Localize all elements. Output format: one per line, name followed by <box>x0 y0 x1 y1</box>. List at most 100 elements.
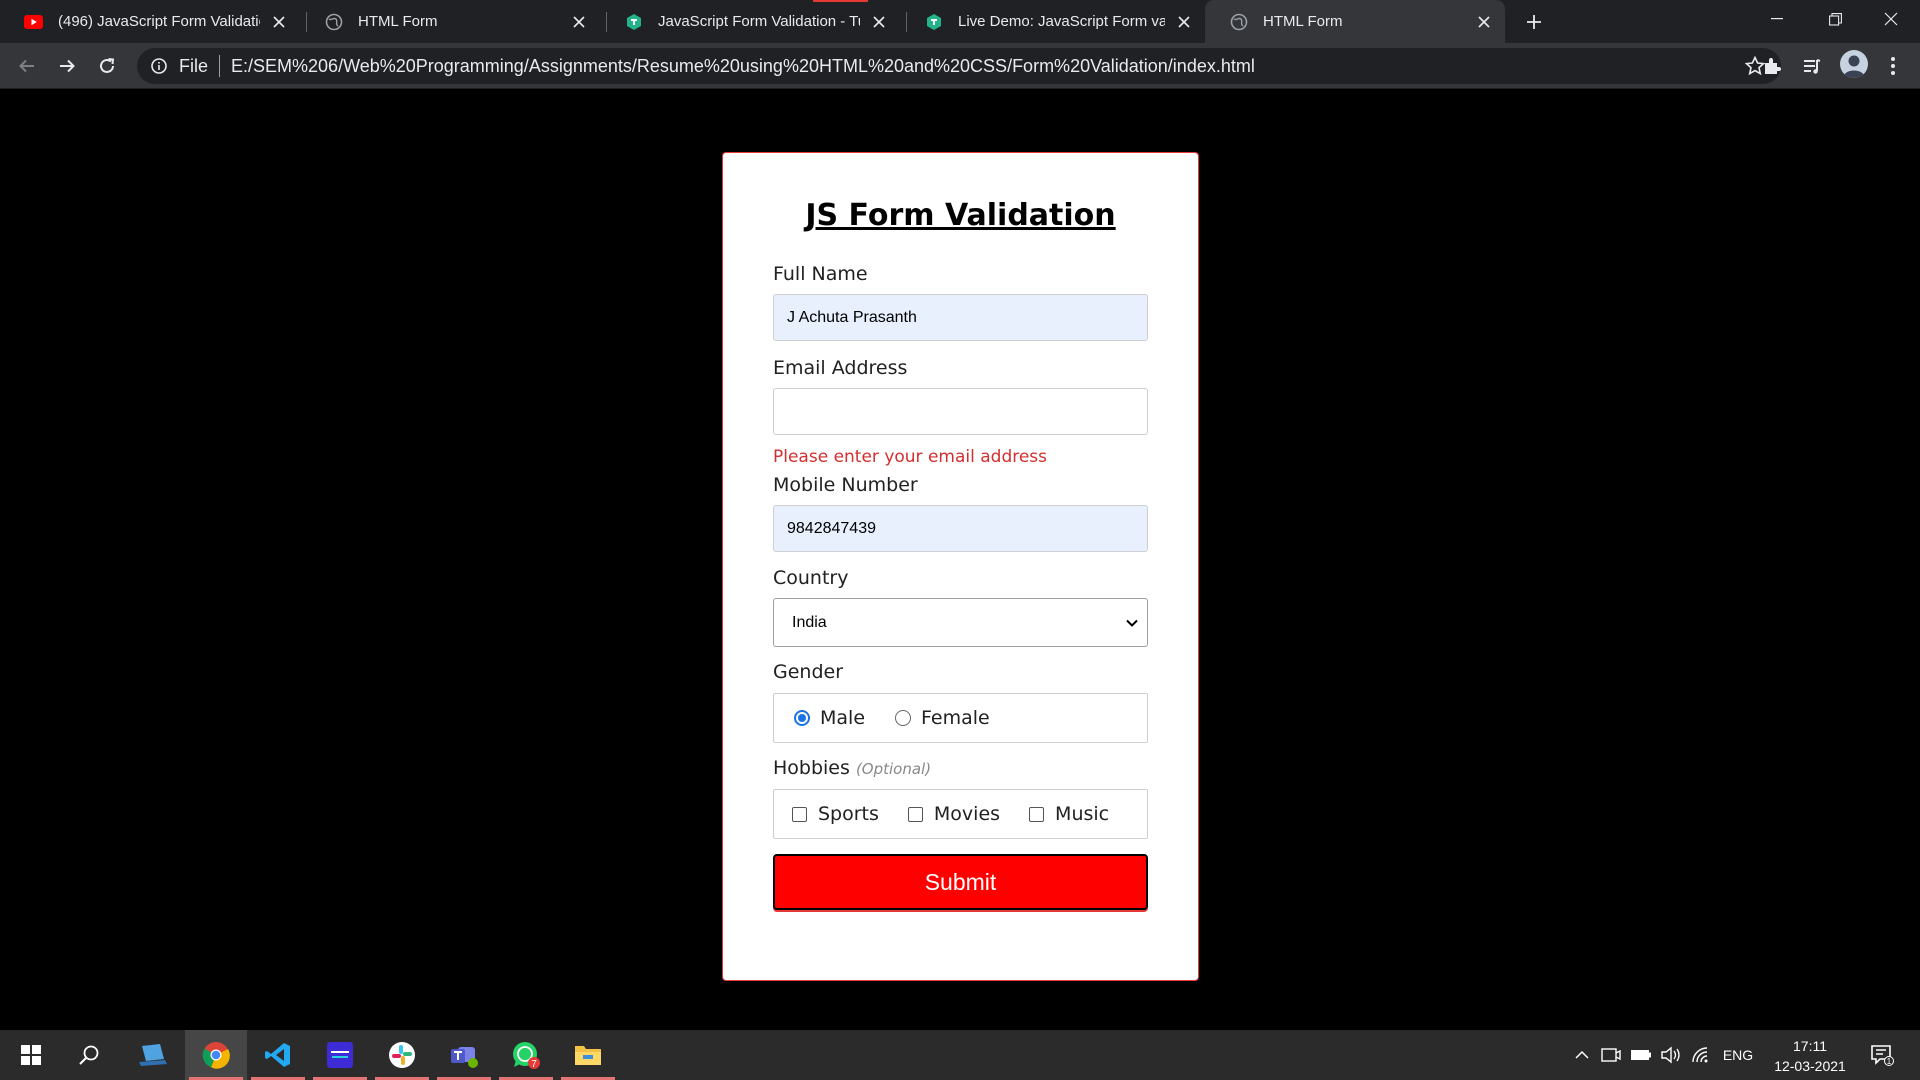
email-error-message: Please enter your email address <box>773 447 1048 467</box>
browser-menu-icon[interactable] <box>1881 54 1905 78</box>
country-label: Country <box>773 567 849 589</box>
radio-female[interactable] <box>895 710 912 726</box>
checkbox-sports[interactable] <box>792 806 807 822</box>
hobby-option-movies[interactable]: Movies <box>907 803 1001 825</box>
media-control-icon[interactable] <box>1800 54 1824 78</box>
tab-live-demo[interactable]: Live Demo: JavaScript Form valid <box>900 0 1205 43</box>
close-icon[interactable] <box>868 11 890 33</box>
plus-icon <box>1527 15 1541 29</box>
chrome-icon <box>202 1042 230 1069</box>
tab-title: HTML Form <box>358 13 438 30</box>
address-bar[interactable]: File E:/SEM%206/Web%20Programming/Assign… <box>137 48 1781 84</box>
whatsapp-badge-count: 7 <box>531 1059 537 1070</box>
taskbar-slack[interactable] <box>371 1030 433 1080</box>
taskbar-teams[interactable] <box>433 1030 495 1080</box>
chevron-up-icon[interactable] <box>1570 1030 1594 1080</box>
tab-js-form-validation-tutorial[interactable]: JavaScript Form Validation - Tuto <box>600 0 900 43</box>
tab-youtube[interactable]: (496) JavaScript Form Validation <box>0 0 300 43</box>
radio-male[interactable] <box>794 710 810 726</box>
mobile-input[interactable]: 9842847439 <box>773 505 1148 552</box>
url-text[interactable]: E:/SEM%206/Web%20Programming/Assignments… <box>231 56 1255 77</box>
address-divider <box>219 55 221 77</box>
browser-toolbar: File E:/SEM%206/Web%20Programming/Assign… <box>0 43 1920 89</box>
submit-button[interactable]: Submit <box>773 854 1148 910</box>
taskbar-amazon-music[interactable] <box>309 1030 371 1080</box>
tab-html-form-active[interactable]: HTML Form <box>1205 0 1505 43</box>
volume-icon[interactable] <box>1658 1030 1684 1080</box>
taskbar-file-explorer[interactable] <box>557 1030 619 1080</box>
windows-taskbar: 7 ENG 17:11 12-03-2021 1 <box>0 1030 1920 1080</box>
back-button[interactable] <box>11 50 43 82</box>
notification-center-icon[interactable]: 1 <box>1862 1030 1902 1080</box>
gender-option-male[interactable]: Male <box>794 707 865 729</box>
new-tab-button[interactable] <box>1520 8 1548 36</box>
hobby-option-sports[interactable]: Sports <box>792 803 879 825</box>
checkbox-music[interactable] <box>1029 806 1045 822</box>
tab-html-form[interactable]: HTML Form <box>300 0 600 43</box>
search-button[interactable] <box>58 1030 120 1080</box>
extensions-icon[interactable] <box>1760 54 1784 78</box>
slack-icon <box>389 1042 415 1068</box>
tab-title: HTML Form <box>1263 13 1343 30</box>
wifi-icon[interactable] <box>1688 1030 1714 1080</box>
globe-icon <box>324 12 343 31</box>
reload-icon <box>100 58 115 73</box>
taskbar-vscode[interactable] <box>247 1030 309 1080</box>
battery-icon[interactable] <box>1628 1030 1654 1080</box>
browser-tab-strip: (496) JavaScript Form Validation HTML Fo… <box>0 0 1920 43</box>
forward-button[interactable] <box>51 50 83 82</box>
info-icon[interactable] <box>149 56 169 76</box>
file-explorer-icon <box>575 1046 601 1065</box>
youtube-icon <box>24 12 43 31</box>
hobbies-group: Sports Movies Music <box>773 789 1148 839</box>
meet-now-icon[interactable] <box>1598 1030 1624 1080</box>
amazon-music-icon <box>327 1042 353 1068</box>
profile-avatar[interactable] <box>1840 50 1868 78</box>
taskbar-whatsapp[interactable]: 7 <box>495 1030 557 1080</box>
hobby-movies-label: Movies <box>933 803 1001 825</box>
country-select[interactable]: India <box>773 598 1148 647</box>
reload-button[interactable] <box>91 50 123 82</box>
clock-date: 12-03-2021 <box>1774 1058 1846 1074</box>
gender-male-label: Male <box>820 707 866 729</box>
hobby-option-music[interactable]: Music <box>1029 803 1109 825</box>
checkbox-movies[interactable] <box>907 806 923 822</box>
system-clock[interactable]: 17:11 12-03-2021 <box>1760 1036 1860 1076</box>
whatsapp-icon: 7 <box>513 1042 540 1070</box>
hobbies-optional-note: (Optional) <box>855 760 932 778</box>
gender-group: Male Female <box>773 693 1148 743</box>
taskbar-chrome[interactable] <box>185 1030 247 1080</box>
email-input[interactable] <box>773 388 1148 435</box>
close-icon <box>1884 12 1898 26</box>
full-name-input[interactable]: J Achuta Prasanth <box>773 294 1148 341</box>
close-icon[interactable] <box>1173 11 1195 33</box>
language-indicator[interactable]: ENG <box>1718 1030 1758 1080</box>
start-button[interactable] <box>0 1030 62 1080</box>
taskbar-laptop-app[interactable] <box>122 1030 184 1080</box>
restore-button[interactable] <box>1806 0 1864 38</box>
form-card: JS Form Validation Full Name J Achuta Pr… <box>722 152 1199 981</box>
tab-title: (496) JavaScript Form Validation <box>58 13 260 30</box>
vscode-icon <box>265 1043 290 1067</box>
minimize-icon <box>1771 18 1783 20</box>
form-title: JS Form Validation <box>805 198 1116 233</box>
tab-title: Live Demo: JavaScript Form valid <box>958 13 1165 30</box>
gender-option-female[interactable]: Female <box>895 707 990 729</box>
globe-icon <box>1229 12 1248 31</box>
close-icon[interactable] <box>268 11 290 33</box>
minimize-button[interactable] <box>1748 0 1806 38</box>
tab-title: JavaScript Form Validation - Tuto <box>658 13 860 30</box>
teams-icon <box>451 1047 478 1068</box>
gender-female-label: Female <box>921 707 990 729</box>
close-window-button[interactable] <box>1862 0 1920 38</box>
page-viewport: JS Form Validation Full Name J Achuta Pr… <box>0 89 1920 1030</box>
search-icon <box>79 1045 99 1065</box>
laptop-app-icon <box>139 1044 167 1066</box>
arrow-left-icon <box>19 59 34 73</box>
restore-icon <box>1828 12 1842 26</box>
gender-label: Gender <box>773 661 844 683</box>
close-icon[interactable] <box>1473 11 1495 33</box>
email-label: Email Address <box>773 357 908 379</box>
start-icon <box>21 1045 41 1065</box>
close-icon[interactable] <box>568 11 590 33</box>
